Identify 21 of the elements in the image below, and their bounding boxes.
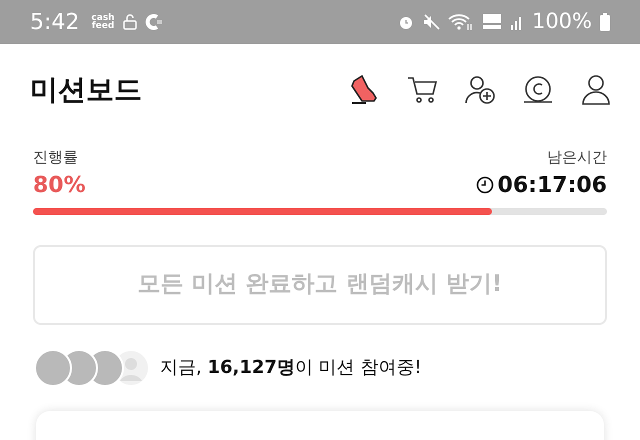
alarm-icon [398, 14, 414, 30]
progress-label: 진행률 [33, 147, 79, 168]
remaining-time: 06:17:06 [498, 172, 607, 200]
mute-icon [422, 14, 440, 30]
wifi-icon [448, 13, 474, 31]
app-logo: cash feed [91, 14, 115, 30]
add-friend-icon[interactable] [464, 74, 496, 106]
signal-icon [510, 14, 524, 30]
c-logo-icon [144, 14, 163, 30]
profile-icon[interactable] [580, 74, 612, 106]
status-time: 5:42 [30, 8, 80, 36]
sneaker-icon[interactable] [348, 74, 380, 106]
progress-percent: 80% [33, 172, 86, 200]
padlock-icon [122, 14, 137, 30]
participants-text: 지금, 16,127명이 미션 참여중! [160, 356, 422, 380]
remaining-time-label: 남은시간 [547, 147, 607, 168]
clock-icon [476, 176, 494, 194]
battery-percent: 100% [532, 8, 592, 36]
battery-icon [600, 13, 610, 31]
coin-icon[interactable] [522, 74, 554, 106]
page-title: 미션보드 [30, 72, 142, 108]
